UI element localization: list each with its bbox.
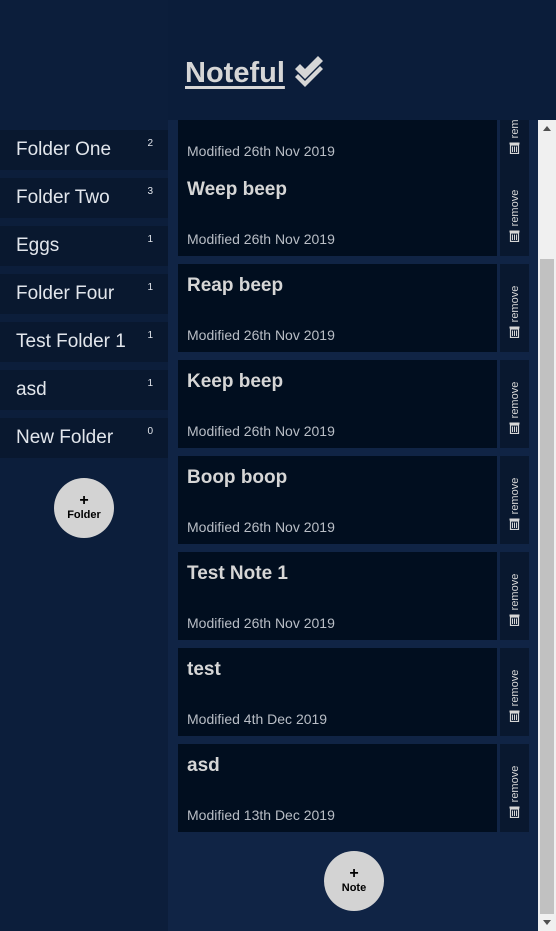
app-logo[interactable]: Noteful xyxy=(185,55,325,92)
remove-note-button[interactable]: remove xyxy=(500,456,529,544)
note-modified-date: Modified 26th Nov 2019 xyxy=(187,423,335,439)
folder-note-count: 1 xyxy=(147,282,153,293)
add-note-button[interactable]: + Note xyxy=(324,851,384,911)
remove-note-button[interactable]: remove xyxy=(500,360,529,448)
remove-note-button[interactable]: remove xyxy=(500,264,529,352)
note-modified-date: Modified 26th Nov 2019 xyxy=(187,231,335,247)
remove-label: remove xyxy=(508,189,521,227)
plus-icon: + xyxy=(349,865,359,882)
note-title[interactable]: test xyxy=(187,659,221,681)
add-folder-label: Folder xyxy=(67,509,101,521)
add-folder-button[interactable]: + Folder xyxy=(54,478,114,538)
folder-name: asd xyxy=(16,379,47,400)
note-title[interactable]: Test Note 1 xyxy=(187,563,288,585)
note-body[interactable]: asd Modified 13th Dec 2019 xyxy=(178,744,497,832)
remove-note-button[interactable]: remove xyxy=(500,744,529,832)
folder-item-folder-four[interactable]: Folder Four 1 xyxy=(0,274,168,314)
folder-item-folder-one[interactable]: Folder One 2 xyxy=(0,130,168,170)
note-body[interactable]: Boop boop Modified 26th Nov 2019 xyxy=(178,456,497,544)
note-modified-date: Modified 26th Nov 2019 xyxy=(187,519,335,535)
folder-note-count: 3 xyxy=(147,186,153,197)
remove-label: remove xyxy=(508,120,521,139)
note-modified-date: Modified 4th Dec 2019 xyxy=(187,711,328,727)
plus-icon: + xyxy=(79,492,89,509)
remove-label: remove xyxy=(508,765,521,803)
note-title[interactable]: Reap beep xyxy=(187,275,283,297)
remove-note-button[interactable]: remove xyxy=(500,120,529,168)
folder-note-count: 0 xyxy=(147,426,153,437)
remove-note-button[interactable]: remove xyxy=(500,648,529,736)
note-card[interactable]: Test Note 1 Modified 26th Nov 2019 remov… xyxy=(178,552,529,640)
note-title[interactable]: Weep beep xyxy=(187,179,287,201)
note-card[interactable]: Weep beep Modified 26th Nov 2019 remove xyxy=(178,168,529,256)
note-body[interactable]: Keep beep Modified 26th Nov 2019 xyxy=(178,360,497,448)
folder-note-count: 1 xyxy=(147,378,153,389)
folder-name: Test Folder 1 xyxy=(16,331,126,352)
note-body[interactable]: test Modified 4th Dec 2019 xyxy=(178,648,497,736)
note-card[interactable]: Keep beep Modified 26th Nov 2019 remove xyxy=(178,360,529,448)
remove-label: remove xyxy=(508,285,521,323)
trash-icon xyxy=(509,518,520,530)
note-body[interactable]: Reap beep Modified 26th Nov 2019 xyxy=(178,264,497,352)
trash-icon xyxy=(509,142,520,154)
folder-name: Folder Two xyxy=(16,187,110,208)
folder-name: Folder Four xyxy=(16,283,115,304)
trash-icon xyxy=(509,614,520,626)
folder-note-count: 2 xyxy=(147,138,153,149)
note-title[interactable]: Keep beep xyxy=(187,371,283,393)
folder-item-asd[interactable]: asd 1 xyxy=(0,370,168,410)
remove-label: remove xyxy=(508,381,521,419)
remove-label: remove xyxy=(508,669,521,707)
scroll-down-arrow-icon[interactable] xyxy=(538,914,556,931)
trash-icon xyxy=(509,710,520,722)
note-modified-date: Modified 26th Nov 2019 xyxy=(187,327,335,343)
note-card[interactable]: Reap beep Modified 26th Nov 2019 remove xyxy=(178,264,529,352)
folder-item-new-folder[interactable]: New Folder 0 xyxy=(0,418,168,458)
note-body[interactable]: Modified 26th Nov 2019 xyxy=(178,120,497,168)
note-modified-date: Modified 26th Nov 2019 xyxy=(187,143,335,159)
trash-icon xyxy=(509,806,520,818)
vertical-scrollbar[interactable] xyxy=(538,120,556,931)
note-card[interactable]: test Modified 4th Dec 2019 remove xyxy=(178,648,529,736)
app-header: Noteful xyxy=(168,0,556,120)
note-card[interactable]: Modified 26th Nov 2019 remove xyxy=(178,120,529,168)
trash-icon xyxy=(509,230,520,242)
note-body[interactable]: Weep beep Modified 26th Nov 2019 xyxy=(178,168,497,256)
remove-note-button[interactable]: remove xyxy=(500,552,529,640)
folder-note-count: 1 xyxy=(147,330,153,341)
note-body[interactable]: Test Note 1 Modified 26th Nov 2019 xyxy=(178,552,497,640)
note-card[interactable]: Boop boop Modified 26th Nov 2019 remove xyxy=(178,456,529,544)
note-card[interactable]: asd Modified 13th Dec 2019 remove xyxy=(178,744,529,832)
trash-icon xyxy=(509,326,520,338)
app-title[interactable]: Noteful xyxy=(185,57,285,90)
folder-note-count: 1 xyxy=(147,234,153,245)
trash-icon xyxy=(509,422,520,434)
folder-name: Eggs xyxy=(16,235,60,256)
remove-label: remove xyxy=(508,477,521,515)
folder-item-eggs[interactable]: Eggs 1 xyxy=(0,226,168,266)
note-modified-date: Modified 13th Dec 2019 xyxy=(187,807,335,823)
double-check-icon xyxy=(293,55,325,92)
add-note-label: Note xyxy=(341,882,367,894)
scroll-up-arrow-icon[interactable] xyxy=(538,120,556,137)
note-modified-date: Modified 26th Nov 2019 xyxy=(187,615,335,631)
remove-note-button[interactable]: remove xyxy=(500,168,529,256)
folder-name: Folder One xyxy=(16,139,112,160)
note-title[interactable]: Boop boop xyxy=(187,467,287,489)
folder-item-test-folder-1[interactable]: Test Folder 1 1 xyxy=(0,322,168,362)
folder-name: New Folder xyxy=(16,427,114,448)
scrollbar-thumb[interactable] xyxy=(540,259,554,914)
note-title[interactable]: asd xyxy=(187,755,220,777)
remove-label: remove xyxy=(508,573,521,611)
folder-sidebar: Folder One 2 Folder Two 3 Eggs 1 Folder … xyxy=(0,0,168,931)
note-list: Modified 26th Nov 2019 remove Weep beep … xyxy=(168,120,538,931)
folder-item-folder-two[interactable]: Folder Two 3 xyxy=(0,178,168,218)
